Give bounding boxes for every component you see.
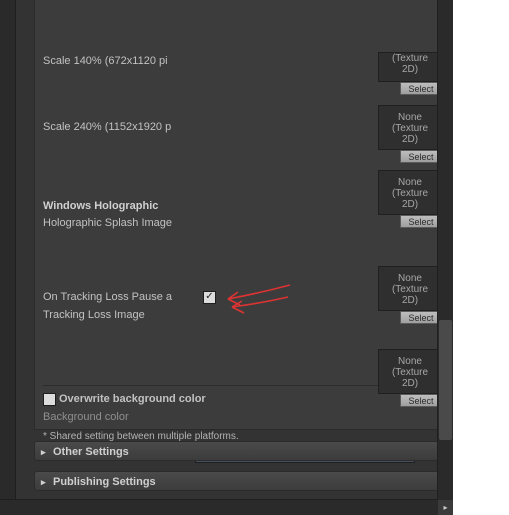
inspector-panel: (Texture 2D) Select Scale 140% (672x1120… [22,0,447,490]
holographic-splash-label: Holographic Splash Image [43,214,203,232]
select-button[interactable]: Select [400,82,442,95]
select-button[interactable]: Select [400,150,442,163]
unity-editor-area: ◂ (Texture 2D) Select Scale 140% (672x11… [0,0,453,515]
scale-240-row: Scale 240% (1152x1920 p [43,118,438,136]
right-scrollbar[interactable] [437,0,453,500]
scale-140-row: Scale 140% (672x1120 pi [43,52,438,70]
left-scrollbar[interactable]: ◂ [0,0,16,515]
texture-none-line: (Texture [392,367,428,378]
bgcolor-row: Background color [43,408,438,426]
tracking-pause-checkbox[interactable]: ✓ [203,291,216,304]
bgcolor-label: Background color [43,408,193,426]
texture-none-line: None [398,177,422,188]
scale-240-label: Scale 240% (1152x1920 p [43,118,203,136]
tracking-image-row: Tracking Loss Image [43,306,438,324]
publishing-settings-label: Publishing Settings [53,476,156,488]
texture-slot-tracking[interactable]: None (Texture 2D) Select [378,349,442,394]
outside-area [453,0,509,515]
texture-none-line: (Texture [392,188,428,199]
tracking-image-label: Tracking Loss Image [43,306,203,324]
bottom-scrollbar[interactable]: ▸ [0,499,453,515]
texture-none-line: 2D) [402,199,418,210]
tracking-pause-row: On Tracking Loss Pause a ✓ [43,288,438,306]
overwrite-bg-label: Overwrite background color [59,390,206,408]
scroll-right-button[interactable]: ▸ [438,500,453,515]
other-settings-label: Other Settings [53,446,129,458]
settings-content: (Texture 2D) Select Scale 140% (672x1120… [34,0,447,430]
publishing-settings-foldout[interactable]: Publishing Settings [34,471,444,491]
overwrite-bg-row: Overwrite background color [43,390,438,408]
texture-none-line: 2D) [402,378,418,389]
texture-none-line: None [398,356,422,367]
tracking-pause-label: On Tracking Loss Pause a [43,288,203,306]
scale-140-label: Scale 140% (672x1120 pi [43,52,203,70]
holographic-splash-row: Holographic Splash Image [43,214,438,232]
texture-none-line: None [398,273,422,284]
scrollbar-thumb[interactable] [439,320,452,440]
overwrite-bg-checkbox[interactable] [43,393,56,406]
texture-slot-240[interactable]: None (Texture 2D) Select [378,170,442,215]
other-settings-foldout[interactable]: Other Settings [34,441,444,461]
